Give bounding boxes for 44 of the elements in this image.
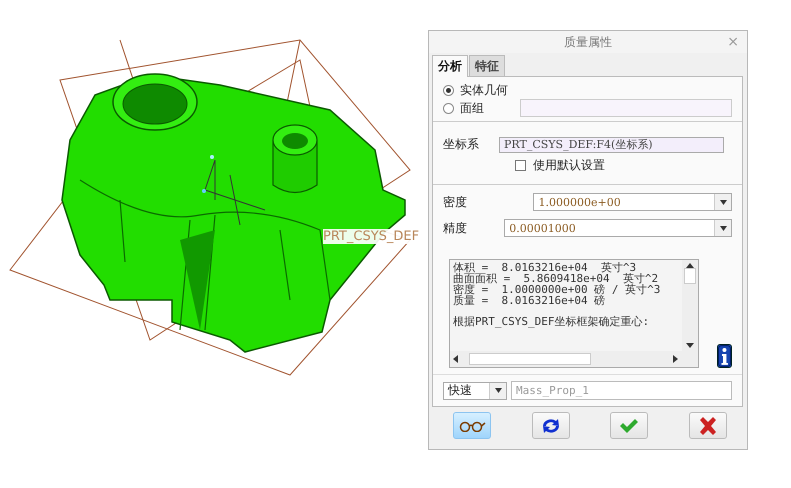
scrollbar-thumb[interactable] [684,268,696,284]
dialog-title: 质量属性 [564,34,612,50]
result-line: 根据PRT_CSYS_DEF坐标框架确定重心: [453,316,650,327]
radio-label: 实体几何 [460,82,508,98]
radio-label: 面组 [460,100,484,116]
checkbox[interactable] [515,160,526,171]
accuracy-dropdown[interactable]: 0.00001000 [504,219,732,237]
checkbox-label: 使用默认设置 [533,157,605,174]
dropdown-arrow-icon[interactable] [720,200,726,204]
checkmark-icon [619,418,640,434]
cancel-button[interactable] [688,412,727,439]
horizontal-scrollbar[interactable] [450,351,698,367]
regenerate-button[interactable] [532,412,570,439]
ok-button[interactable] [610,412,648,439]
results-text-area[interactable]: 体积 = 8.0163216e+04 英寸^3 曲面面积 = 5.8609418e+04 英寸^2 密度 = 1.0000000e+00 磅 / 英寸^3 质量 = 8.0163216e+04 磅 根据PRT_CSYS_DEF坐标框架确定重心: [449,259,700,368]
field-label: 坐标系 [443,136,479,153]
scroll-up-arrow-icon[interactable] [686,263,694,268]
scroll-left-arrow-icon[interactable] [453,355,458,363]
result-line: 质量 = 8.0163216e+04 磅 [453,295,606,306]
surface-field[interactable] [520,99,732,117]
mode-dropdown[interactable]: 快速 [443,382,507,400]
tab[interactable]: 分析 [432,55,468,77]
scroll-right-arrow-icon[interactable] [673,355,678,363]
coordinate-system-label: PRT_CSYS_DEF [323,229,420,244]
scroll-down-arrow-icon[interactable] [686,343,694,348]
name-field[interactable]: Mass_Prop_1 [511,381,732,400]
scrollbar-thumb[interactable] [469,353,591,365]
cross-icon [698,416,718,434]
preview-button[interactable] [453,412,491,439]
dropdown-arrow-icon[interactable] [720,226,726,230]
density-dropdown[interactable]: 1.000000e+00 [533,193,732,211]
glasses-icon [458,420,486,432]
result-line: 曲面面积 = 5.8609418e+04 英寸^2 [453,273,658,284]
field-label: 精度 [443,220,468,236]
vertical-scrollbar[interactable] [682,260,698,351]
tab[interactable]: 特征 [469,55,505,77]
radio-button[interactable] [443,102,454,114]
field-label: 密度 [443,194,468,210]
dropdown-arrow-icon[interactable] [494,388,502,393]
result-line: 密度 = 1.0000000e+00 磅 / 英寸^3 [453,284,662,295]
result-line: 体积 = 8.0163216e+04 英寸^3 [453,262,636,273]
info-icon[interactable] [717,344,732,368]
coordinate-system-field[interactable]: PRT_CSYS_DEF:F4(坐标系) [499,136,724,152]
radio-button[interactable] [443,84,454,96]
